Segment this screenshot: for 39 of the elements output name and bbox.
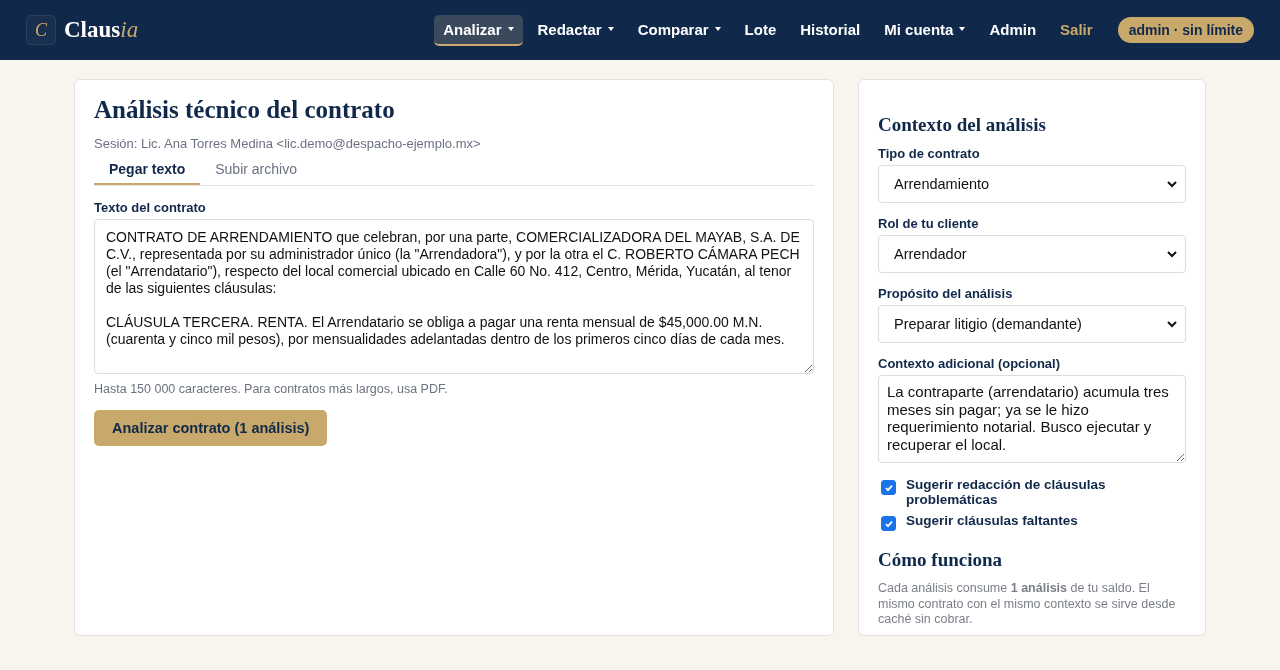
contract-text-field[interactable]: CONTRATO DE ARRENDAMIENTO que celebran, por una parte, COMERCIALIZADORA DEL MAYAB, S.A. DE C.V., representada por su administrador único (la "Arrendadora"), y por la otra el C. ROBERTO CÁMARA PECH (el "Arrendatario"), respecto del local comercial ubicado en Calle 60 No. 412, Centro, Mérida, Yucatán, al tenor de las siguientes cláusulas: CLÁUSULA TERCERA. RENTA. El Arrendatario se obliga a pagar una renta mensual de $45,000.00 M.N. (cuarenta y cinco mil pesos), por mensualidades adelantadas dentro de los primeros cinco días de cada mes.: [94, 219, 814, 374]
select-field[interactable]: Arrendador: [878, 235, 1186, 273]
checkbox-label: Sugerir redacción de cláusulas problemáticas: [906, 477, 1107, 507]
checkbox[interactable]: [881, 480, 896, 495]
nav-link[interactable]: Admin: [980, 14, 1046, 46]
field-label: Tipo de contrato: [878, 146, 981, 161]
field-label: Texto del contrato: [94, 200, 207, 215]
session-info: Sesión: Lic. Ana Torres Medina <lic.demo@despacho-ejemplo.mx>: [94, 136, 482, 151]
chevron-icon: [1167, 320, 1177, 328]
page-title: Análisis técnico del contrato: [94, 96, 396, 124]
brand-name[interactable]: Clausia: [64, 17, 139, 43]
help-text: Cada análisis consume 1 análisis de tu saldo. El mismo contrato con el mismo contexto se sirve desde caché sin cobrar.: [878, 581, 1177, 628]
checkbox-label: Sugerir cláusulas faltantes: [906, 513, 1078, 528]
chevron-icon: [1167, 180, 1177, 188]
field-label: Rol de tu cliente: [878, 216, 980, 231]
nav-link[interactable]: Lote: [735, 14, 786, 46]
nav-link[interactable]: Mi cuenta: [875, 14, 975, 46]
section-title: Cómo funciona: [878, 549, 1004, 571]
nav-link[interactable]: Comparar: [628, 14, 730, 46]
field-hint: Hasta 150 000 caracteres. Para contratos más largos, usa PDF.: [94, 382, 449, 396]
nav-link[interactable]: Historial: [791, 14, 870, 46]
account-badge: admin · sin límite: [1117, 17, 1254, 43]
nav-link[interactable]: Salir: [1051, 14, 1102, 46]
nav-link[interactable]: Redactar: [528, 14, 623, 46]
nav-link[interactable]: Analizar: [434, 14, 523, 46]
logo-mark: C: [26, 15, 56, 45]
check-icon: [883, 482, 894, 493]
field-label: Propósito del análisis: [878, 286, 1014, 301]
tab[interactable]: Pegar texto: [94, 155, 201, 185]
context-field[interactable]: La contraparte (arrendatario) acumula tres meses sin pagar; ya se le hizo requerimiento notarial. Busco ejecutar y recuperar el local.: [878, 375, 1186, 463]
select-field[interactable]: Preparar litigio (demandante): [878, 305, 1186, 343]
field-label: Contexto adicional (opcional): [878, 356, 1061, 371]
tab[interactable]: Subir archivo: [200, 155, 312, 185]
chevron-icon: [1167, 250, 1177, 258]
select-field[interactable]: Arrendamiento: [878, 165, 1186, 203]
checkbox[interactable]: [881, 516, 896, 531]
check-icon: [883, 518, 894, 529]
analyze-button[interactable]: Analizar contrato (1 análisis): [94, 410, 328, 446]
section-title: Contexto del análisis: [878, 114, 1047, 136]
